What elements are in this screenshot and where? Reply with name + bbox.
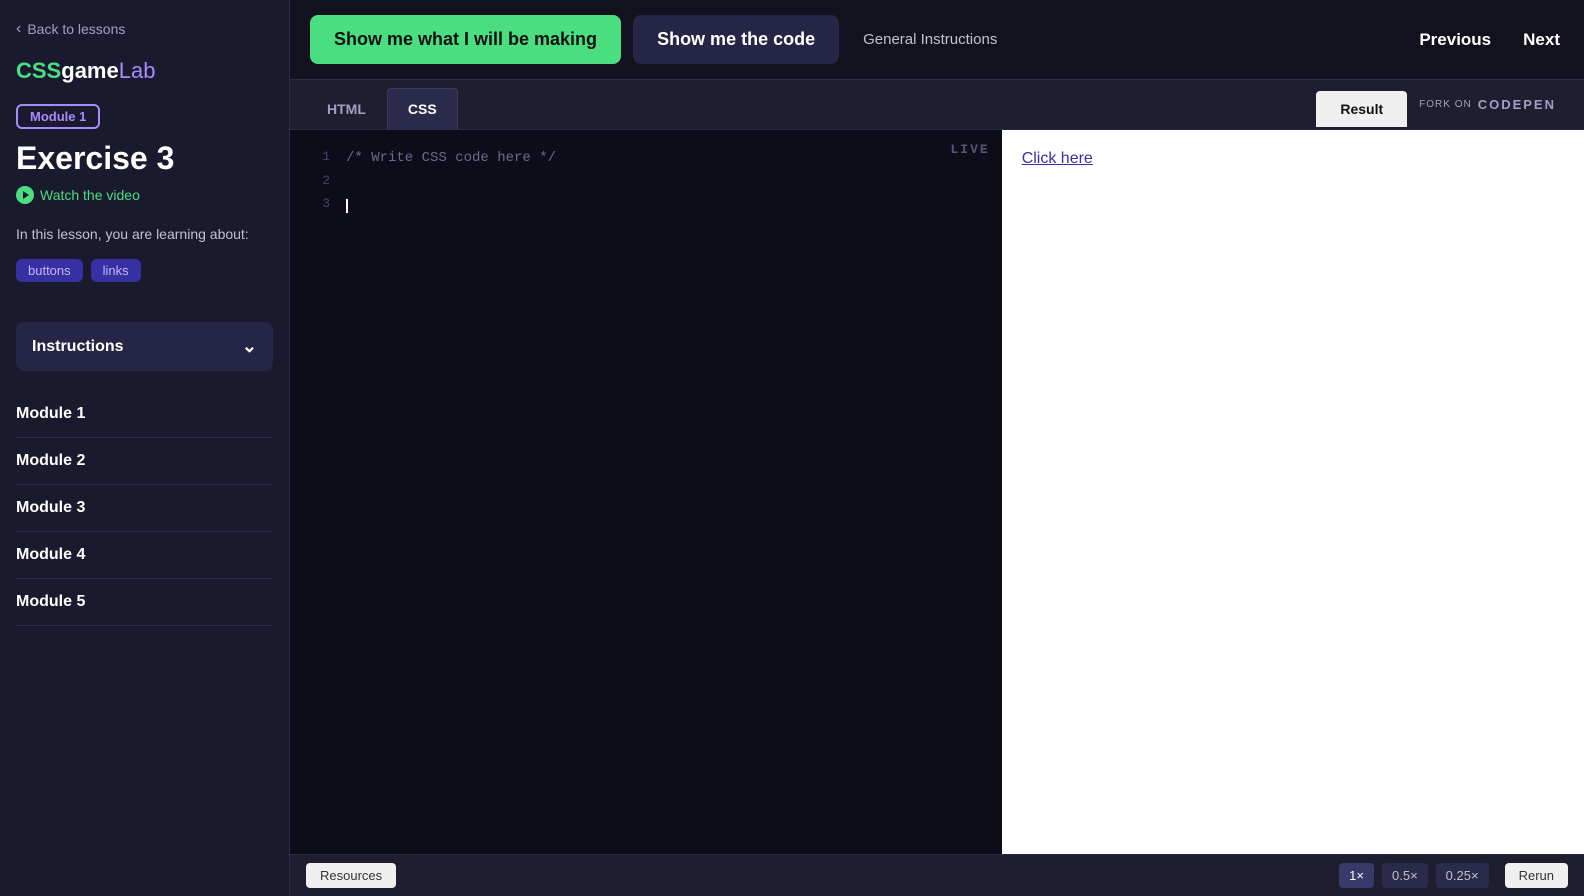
module-badge[interactable]: Module 1 xyxy=(16,104,100,129)
zoom-1x-button[interactable]: 1× xyxy=(1339,863,1374,888)
back-to-lessons-link[interactable]: ‹ Back to lessons xyxy=(16,20,273,38)
back-to-lessons-label: Back to lessons xyxy=(27,21,125,37)
main-content: Show me what I will be making Show me th… xyxy=(290,0,1584,896)
sidebar-item-module2[interactable]: Module 2 xyxy=(16,438,273,485)
preview-click-here-link[interactable]: Click here xyxy=(1022,150,1093,167)
watch-video-link[interactable]: Watch the video xyxy=(16,186,273,204)
code-content-3 xyxy=(346,194,348,216)
rerun-button[interactable]: Rerun xyxy=(1505,863,1568,888)
sidebar-item-module5[interactable]: Module 5 xyxy=(16,579,273,626)
general-instructions-button[interactable]: General Instructions xyxy=(851,23,1009,56)
previous-button[interactable]: Previous xyxy=(1415,22,1495,58)
editor-preview: LIVE 1 /* Write CSS code here */ 2 3 Cli… xyxy=(290,130,1584,854)
code-line-1: 1 /* Write CSS code here */ xyxy=(290,146,1002,170)
zoom-05x-button[interactable]: 0.5× xyxy=(1382,863,1428,888)
code-line-3: 3 xyxy=(290,193,1002,217)
preview-content: Click here xyxy=(1002,130,1584,188)
show-making-button[interactable]: Show me what I will be making xyxy=(310,15,621,64)
code-area: HTML CSS Result FORK ON CODEPEN LIVE 1 /… xyxy=(290,80,1584,896)
exercise-title: Exercise 3 xyxy=(16,141,273,176)
show-code-button[interactable]: Show me the code xyxy=(633,15,839,64)
line-number-2: 2 xyxy=(306,171,330,192)
tabs-bar: HTML CSS Result FORK ON CODEPEN xyxy=(290,80,1584,130)
logo-css: CSS xyxy=(16,58,61,83)
chevron-down-icon: ⌄ xyxy=(242,336,257,357)
code-content-1: /* Write CSS code here */ xyxy=(346,147,556,169)
prev-next-controls: Previous Next xyxy=(1415,22,1564,58)
code-editor[interactable]: LIVE 1 /* Write CSS code here */ 2 3 xyxy=(290,130,1002,854)
logo: CSSgameLab xyxy=(16,58,273,84)
text-cursor xyxy=(346,199,348,213)
line-number-3: 3 xyxy=(306,194,330,216)
tab-css[interactable]: CSS xyxy=(387,88,458,129)
watch-video-label: Watch the video xyxy=(40,187,140,203)
resources-button[interactable]: Resources xyxy=(306,863,396,888)
sidebar-item-module3[interactable]: Module 3 xyxy=(16,485,273,532)
tag-buttons[interactable]: buttons xyxy=(16,259,83,282)
back-arrow-icon: ‹ xyxy=(16,20,21,38)
fork-on-label: FORK ON xyxy=(1419,99,1472,110)
codepen-label: CODEPEN xyxy=(1478,97,1556,112)
live-badge: LIVE xyxy=(950,142,989,157)
preview-pane: Click here xyxy=(1002,130,1584,854)
result-tab[interactable]: Result xyxy=(1316,91,1407,127)
play-icon xyxy=(16,186,34,204)
line-number-1: 1 xyxy=(306,147,330,169)
learning-about-text: In this lesson, you are learning about: xyxy=(16,224,273,245)
codepen-badge: FORK ON CODEPEN xyxy=(1407,97,1568,112)
instructions-accordion: Instructions ⌄ xyxy=(16,322,273,371)
next-button[interactable]: Next xyxy=(1519,22,1564,58)
code-line-2: 2 xyxy=(290,170,1002,193)
tag-links[interactable]: links xyxy=(91,259,141,282)
sidebar-item-module1[interactable]: Module 1 xyxy=(16,391,273,438)
instructions-label: Instructions xyxy=(32,338,124,356)
tab-html[interactable]: HTML xyxy=(306,88,387,129)
top-nav: Show me what I will be making Show me th… xyxy=(290,0,1584,80)
logo-lab: Lab xyxy=(119,58,156,83)
sidebar-item-module4[interactable]: Module 4 xyxy=(16,532,273,579)
zoom-025x-button[interactable]: 0.25× xyxy=(1436,863,1489,888)
instructions-header[interactable]: Instructions ⌄ xyxy=(16,322,273,371)
sidebar-modules: Module 1 Module 2 Module 3 Module 4 Modu… xyxy=(0,391,289,626)
sidebar: ‹ Back to lessons CSSgameLab Module 1 Ex… xyxy=(0,0,290,896)
logo-game: game xyxy=(61,58,118,83)
tags-container: buttons links xyxy=(16,259,273,282)
bottom-bar: Resources 1× 0.5× 0.25× Rerun xyxy=(290,854,1584,896)
